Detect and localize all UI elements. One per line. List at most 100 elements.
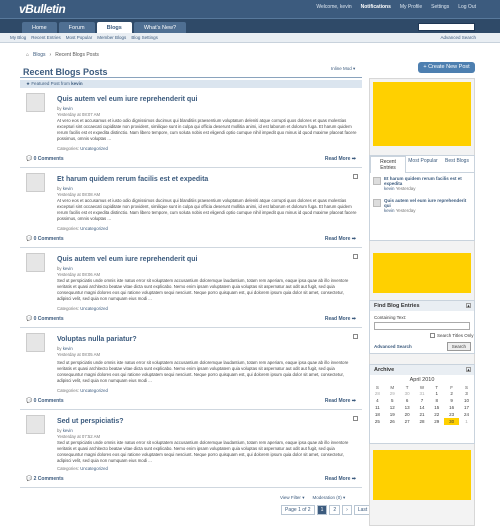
calendar-day[interactable]: 28 (370, 390, 385, 397)
select-post-checkbox[interactable] (353, 416, 358, 421)
calendar-day[interactable]: 6 (400, 397, 415, 404)
list-item[interactable]: Et harum quidem rerum facilis est et exp… (370, 173, 474, 195)
post-title[interactable]: Quis autem vel eum iure reprehenderit qu… (57, 96, 197, 103)
comments-link[interactable]: 💬 0 Comments (26, 156, 64, 162)
tab-most-popular[interactable]: Most Popular (406, 156, 440, 173)
breadcrumb-blogs[interactable]: Blogs (33, 52, 46, 58)
calendar-day[interactable]: 10 (459, 397, 474, 404)
calendar-day[interactable]: 20 (400, 411, 415, 418)
subnav-recent-entries[interactable]: Recent Entries (31, 35, 61, 40)
search-button[interactable]: Search (446, 342, 471, 351)
inline-mod-menu[interactable]: Inline Mod ▾ (331, 66, 355, 72)
select-post-checkbox[interactable] (353, 334, 358, 339)
calendar-day[interactable]: 19 (385, 411, 400, 418)
page-1[interactable]: 1 (316, 505, 328, 515)
subnav-most-popular[interactable]: Most Popular (66, 35, 93, 40)
post-title[interactable]: Sed ut perspiciatis? (57, 418, 124, 425)
read-more-link[interactable]: Read More ➡ (325, 316, 356, 322)
calendar-day[interactable]: 29 (429, 418, 444, 425)
calendar-day[interactable]: 3 (459, 390, 474, 397)
read-more-link[interactable]: Read More ➡ (325, 476, 356, 482)
settings-link[interactable]: Settings (431, 4, 449, 10)
calendar-day[interactable]: 24 (459, 411, 474, 418)
calendar-day[interactable]: 1 (459, 418, 474, 425)
avatar[interactable] (26, 333, 45, 352)
avatar[interactable] (26, 93, 45, 112)
category-link[interactable]: Uncategorized (80, 226, 108, 231)
calendar-day[interactable]: 13 (400, 404, 415, 411)
list-item[interactable]: Quis autem vel eum iure reprehenderit qu… (370, 195, 474, 217)
subnav-my-blog[interactable]: My Blog (10, 35, 26, 40)
post-author[interactable]: kevin (63, 186, 73, 191)
comments-link[interactable]: 💬 2 Comments (26, 476, 64, 482)
calendar-day[interactable]: 22 (429, 411, 444, 418)
calendar-day[interactable]: 18 (370, 411, 385, 418)
calendar-day[interactable]: 14 (415, 404, 430, 411)
calendar-day[interactable]: 15 (429, 404, 444, 411)
tab-best-blogs[interactable]: Best Blogs (440, 156, 474, 173)
search-input[interactable] (418, 23, 475, 31)
notifications-link[interactable]: Notifications (361, 4, 391, 10)
logout-link[interactable]: Log Out (458, 4, 476, 10)
calendar-day[interactable]: 25 (370, 418, 385, 425)
avatar[interactable] (26, 173, 45, 192)
tab-recent-entries[interactable]: Recent Entries (370, 156, 406, 173)
calendar-day[interactable]: 11 (370, 404, 385, 411)
calendar-day[interactable]: 23 (444, 411, 459, 418)
select-post-checkbox[interactable] (353, 174, 358, 179)
post-title[interactable]: Quis autem vel eum iure reprehenderit qu… (57, 256, 197, 263)
calendar-day[interactable]: 17 (459, 404, 474, 411)
calendar-day[interactable]: 9 (444, 397, 459, 404)
calendar-day[interactable]: 8 (429, 397, 444, 404)
post-title[interactable]: Voluptas nulla pariatur? (57, 336, 137, 343)
collapse-icon[interactable]: ▴ (466, 303, 471, 308)
avatar[interactable] (26, 253, 45, 272)
comments-link[interactable]: 💬 0 Comments (26, 398, 64, 404)
post-author[interactable]: kevin (63, 428, 73, 433)
find-advanced-search[interactable]: Advanced Search (374, 344, 412, 349)
featured-user[interactable]: kevin (71, 81, 83, 86)
calendar-day[interactable]: 28 (415, 418, 430, 425)
category-link[interactable]: Uncategorized (80, 146, 108, 151)
page-of[interactable]: Page 1 of 2 (281, 505, 315, 515)
calendar-day[interactable]: 26 (385, 418, 400, 425)
subnav-blog-settings[interactable]: Blog Settings (131, 35, 158, 40)
calendar-day[interactable]: 12 (385, 404, 400, 411)
logo[interactable]: vBulletin (19, 2, 66, 16)
calendar-day[interactable]: 2 (444, 390, 459, 397)
read-more-link[interactable]: Read More ➡ (325, 156, 356, 162)
my-profile-link[interactable]: My Profile (400, 4, 422, 10)
calendar-day[interactable]: 16 (444, 404, 459, 411)
create-new-post-button[interactable]: + Create New Post (418, 62, 475, 73)
page-2[interactable]: 2 (329, 505, 341, 515)
calendar-day[interactable]: 1 (429, 390, 444, 397)
home-icon[interactable]: ⌂ (26, 52, 29, 58)
read-more-link[interactable]: Read More ➡ (325, 398, 356, 404)
find-text-input[interactable] (374, 322, 470, 330)
category-link[interactable]: Uncategorized (80, 388, 108, 393)
collapse-icon[interactable]: ▴ (466, 367, 471, 372)
select-post-checkbox[interactable] (353, 254, 358, 259)
calendar-day[interactable]: 7 (415, 397, 430, 404)
titles-only-checkbox[interactable] (430, 333, 435, 338)
advanced-search-link[interactable]: Advanced Search (440, 35, 476, 40)
calendar-day[interactable]: 27 (400, 418, 415, 425)
comments-link[interactable]: 💬 0 Comments (26, 236, 64, 242)
post-author[interactable]: kevin (63, 346, 73, 351)
calendar-day[interactable]: 29 (385, 390, 400, 397)
post-title[interactable]: Et harum quidem rerum facilis est et exp… (57, 176, 208, 183)
calendar-day[interactable]: 4 (370, 397, 385, 404)
next-icon[interactable]: › (342, 505, 352, 515)
post-author[interactable]: kevin (63, 266, 73, 271)
read-more-link[interactable]: Read More ➡ (325, 236, 356, 242)
moderation-menu[interactable]: Moderation (0) ▾ (312, 495, 345, 501)
calendar-day[interactable]: 31 (415, 390, 430, 397)
post-author[interactable]: kevin (63, 106, 73, 111)
subnav-member-blogs[interactable]: Member Blogs (97, 35, 126, 40)
calendar-day[interactable]: 21 (415, 411, 430, 418)
view-filter-menu[interactable]: View Filter ▾ (280, 495, 304, 501)
category-link[interactable]: Uncategorized (80, 306, 108, 311)
calendar-day[interactable]: 30 (444, 418, 460, 425)
calendar-day[interactable]: 5 (385, 397, 400, 404)
category-link[interactable]: Uncategorized (80, 466, 108, 471)
